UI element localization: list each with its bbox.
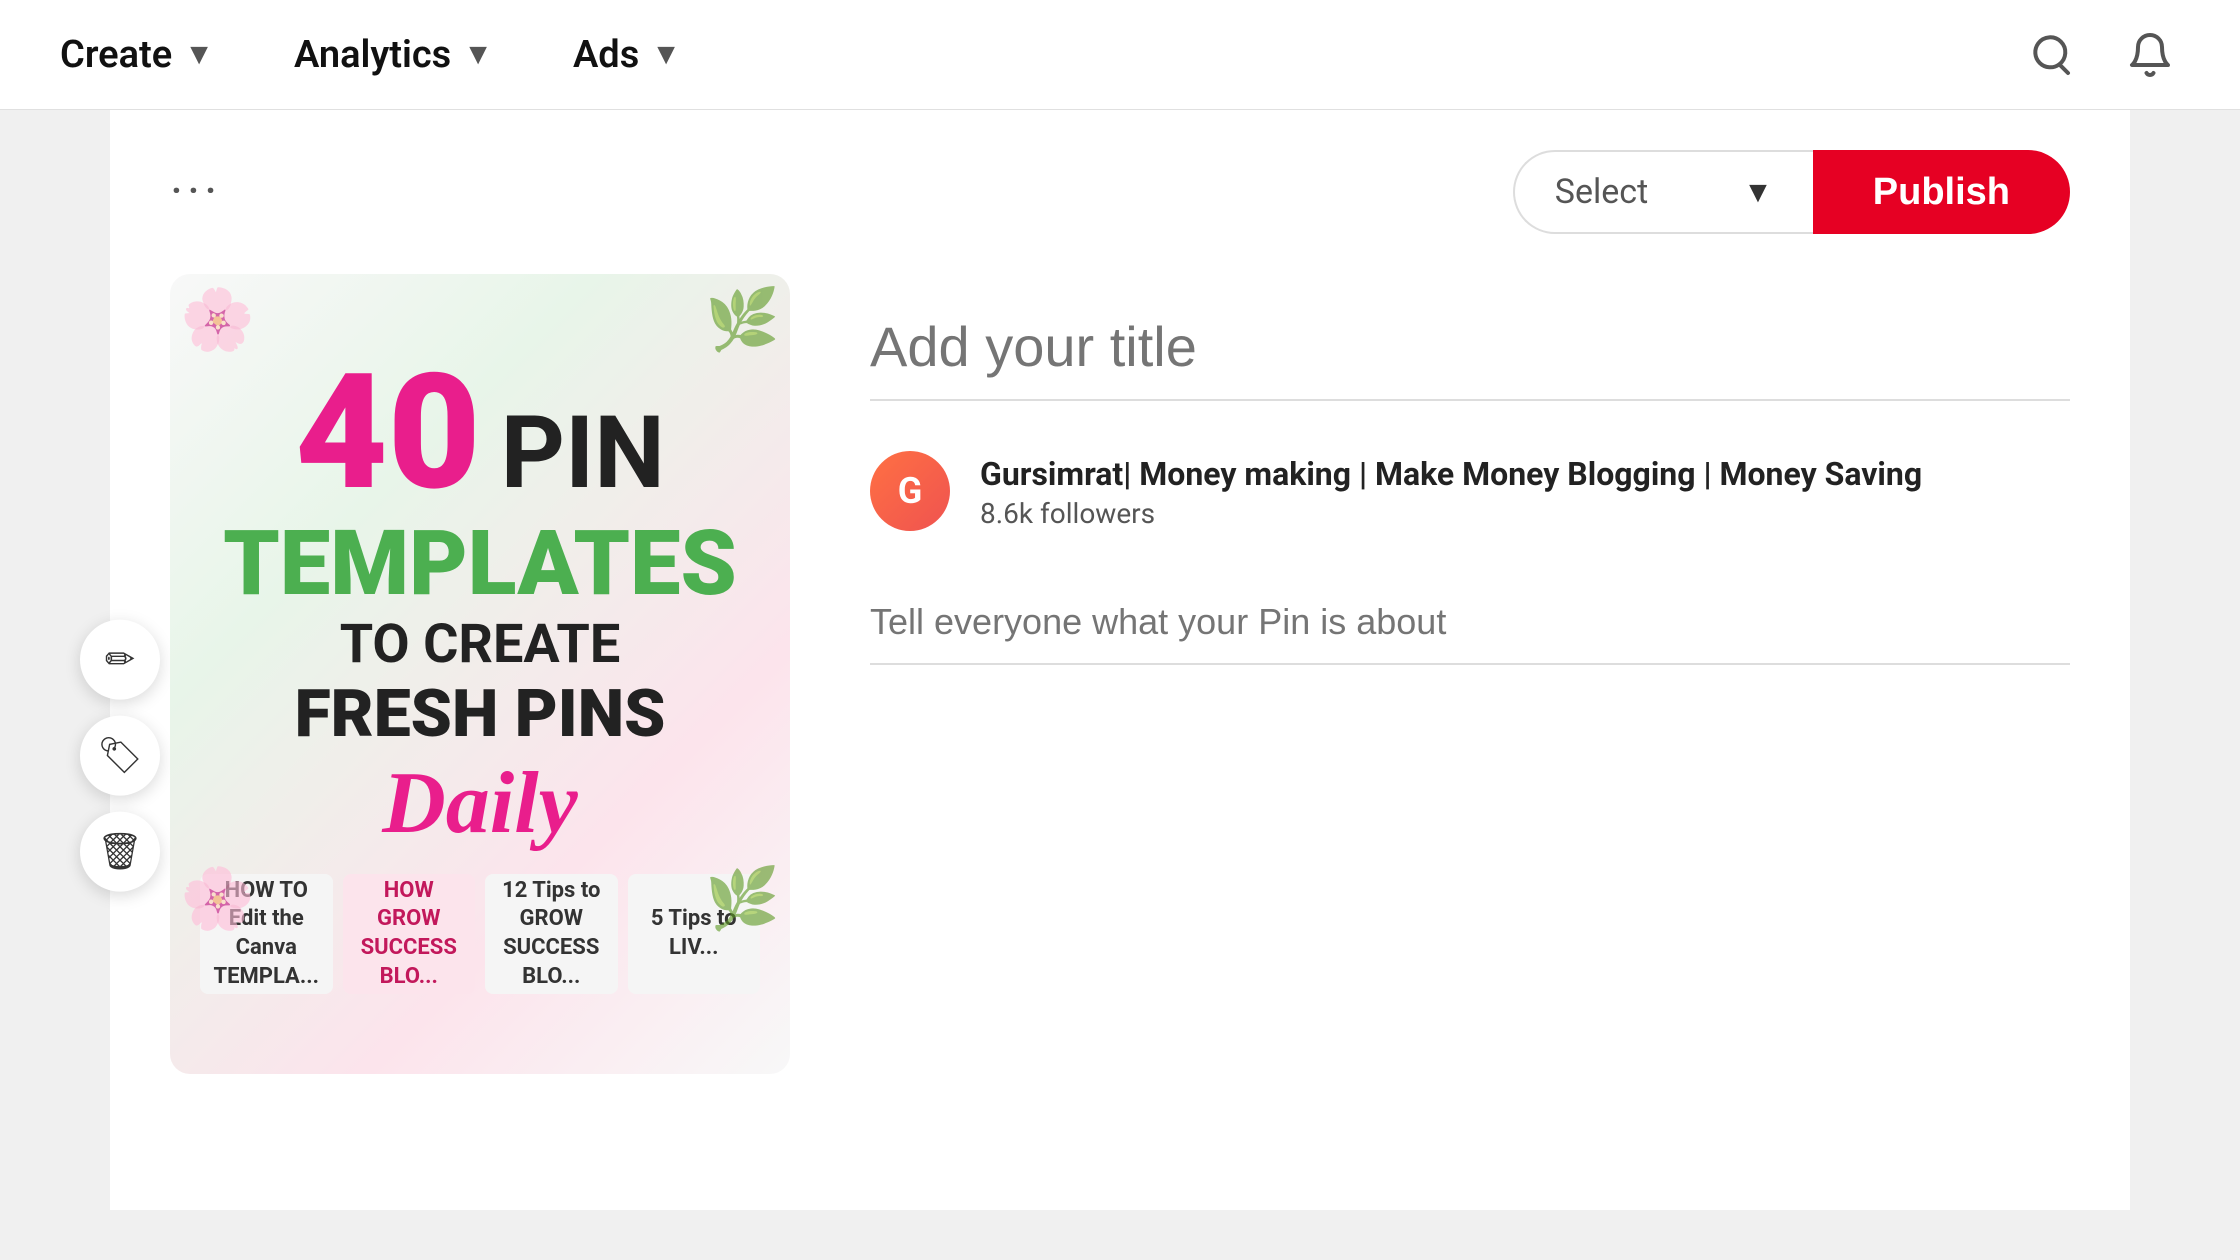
more-options-button[interactable]: ··· — [170, 167, 221, 217]
trash-icon: 🗑 — [97, 831, 143, 873]
title-input[interactable] — [870, 294, 2070, 401]
select-dropdown[interactable]: Select ▼ — [1513, 150, 1813, 234]
account-name: Gursimrat| Money making | Make Money Blo… — [980, 452, 1922, 497]
edit-button[interactable]: ✏ — [80, 620, 160, 700]
topbar-actions: Select ▼ Publish — [1513, 150, 2070, 234]
flower-decoration-bl: 🌸 — [180, 863, 255, 934]
flower-decoration-br: 🌿 — [705, 863, 780, 934]
flower-decoration-tl: 🌸 — [180, 284, 255, 355]
pin-templates: TEMPLATES — [223, 514, 737, 613]
pin-daily: Daily — [223, 753, 737, 854]
pin-image-container: ✏ 🏷 🗑 🌸 🌿 🌸 🌿 40 PIN — [170, 274, 790, 1074]
pin-bottom-cards: HOW TO Edit the Canva TEMPLA... HOW GROW… — [200, 874, 760, 994]
pin-pin-text: PIN — [501, 404, 665, 504]
content-body: ✏ 🏷 🗑 🌸 🌿 🌸 🌿 40 PIN — [170, 274, 2070, 1074]
publish-button[interactable]: Publish — [1813, 150, 2070, 234]
ads-chevron-icon: ▼ — [651, 37, 681, 72]
pin-image: 🌸 🌿 🌸 🌿 40 PIN TEMPLATES TO CREATE FRESH… — [170, 274, 790, 1074]
nav-ads-label: Ads — [573, 33, 639, 77]
notifications-button[interactable] — [2120, 25, 2180, 85]
header: Create ▼ Analytics ▼ Ads ▼ — [0, 0, 2240, 110]
tag-button[interactable]: 🏷 — [80, 716, 160, 796]
main-nav: Create ▼ Analytics ▼ Ads ▼ — [60, 33, 681, 77]
delete-button[interactable]: 🗑 — [80, 812, 160, 892]
pencil-icon: ✏ — [105, 639, 135, 681]
nav-item-create[interactable]: Create ▼ — [60, 33, 214, 77]
description-input[interactable] — [870, 581, 2070, 665]
pin-number-row: 40 PIN — [223, 354, 737, 514]
flower-decoration-tr: 🌿 — [705, 284, 780, 355]
select-label: Select — [1555, 172, 1648, 212]
search-button[interactable] — [2020, 25, 2080, 85]
pin-to-create: TO CREATE — [223, 613, 737, 676]
nav-item-ads[interactable]: Ads ▼ — [573, 33, 681, 77]
tag-icon: 🏷 — [97, 735, 143, 777]
analytics-chevron-icon: ▼ — [463, 37, 493, 72]
main-content: ··· Select ▼ Publish ✏ 🏷 🗑 — [110, 110, 2130, 1210]
pin-card-2: HOW GROW SUCCESS BLO... — [343, 874, 476, 994]
create-chevron-icon: ▼ — [184, 37, 214, 72]
content-topbar: ··· Select ▼ Publish — [170, 150, 2070, 234]
account-info: Gursimrat| Money making | Make Money Blo… — [980, 452, 1922, 530]
pin-actions: ✏ 🏷 🗑 — [80, 620, 160, 892]
avatar: G — [870, 451, 950, 531]
pin-form: G Gursimrat| Money making | Make Money B… — [870, 274, 2070, 665]
search-icon — [2026, 31, 2074, 79]
nav-item-analytics[interactable]: Analytics ▼ — [294, 33, 493, 77]
select-chevron-icon: ▼ — [1743, 175, 1773, 210]
nav-create-label: Create — [60, 33, 172, 77]
header-right — [2020, 25, 2180, 85]
pin-text-content: 40 PIN TEMPLATES TO CREATE FRESH PINS Da… — [223, 354, 737, 854]
pin-fresh-pins: FRESH PINS — [223, 676, 737, 753]
pin-card-3: 12 Tips to GROW SUCCESS BLO... — [485, 874, 618, 994]
nav-analytics-label: Analytics — [294, 33, 451, 77]
bell-icon — [2126, 31, 2174, 79]
follower-count: 8.6k followers — [980, 497, 1922, 530]
account-row: G Gursimrat| Money making | Make Money B… — [870, 451, 2070, 531]
pin-number: 40 — [295, 354, 480, 514]
